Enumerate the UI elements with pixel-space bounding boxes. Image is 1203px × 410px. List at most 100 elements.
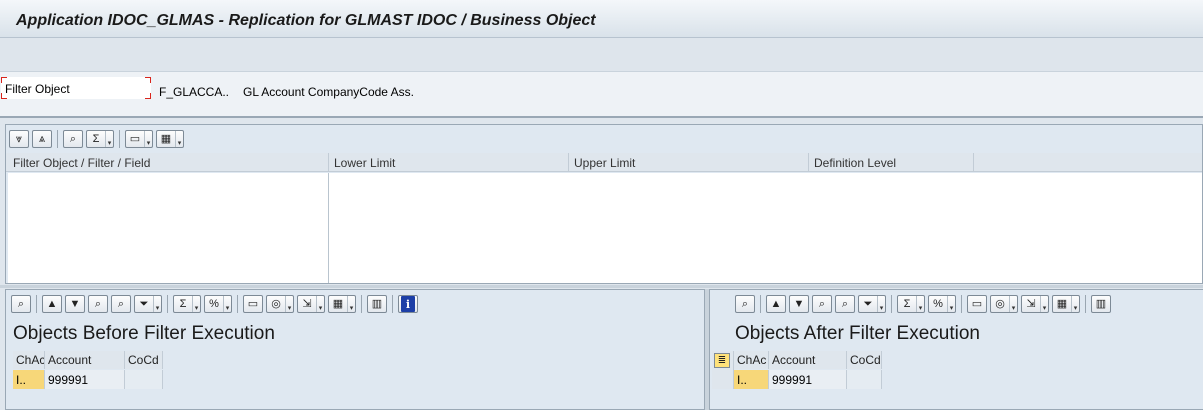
subtotal-icon: % — [209, 297, 219, 310]
sum-button[interactable]: Σ ▾ — [173, 295, 201, 313]
collapse-all-icon: ⩓ — [38, 132, 46, 145]
layout-button[interactable]: ▦ ▾ — [328, 295, 356, 313]
print-icon: ▭ — [129, 132, 141, 145]
column-header[interactable]: Definition Level — [809, 153, 974, 172]
expand-all-icon: ⩔ — [15, 132, 23, 145]
before-toolbar: ⌕ ▲ ▼ ⌕ ⌕ ⏷ ▾ Σ ▾ % ▾ ▭ ◎ ▾ ⇲ ▾ ▦ ▾ ▥ i — [11, 293, 418, 315]
column-header[interactable]: CoCd — [125, 351, 163, 369]
views-button[interactable]: ◎ ▾ — [266, 295, 294, 313]
print-icon: ▭ — [247, 297, 259, 310]
tree-divider — [328, 173, 329, 283]
column-header[interactable]: Lower Limit — [329, 153, 569, 172]
dropdown-arrow-icon: ▾ — [1071, 296, 1079, 312]
expand-all-button[interactable]: ⩔ — [9, 130, 29, 148]
graphic-button[interactable]: ▥ — [1091, 295, 1111, 313]
find-button[interactable]: ⌕ — [63, 130, 83, 148]
filter-button[interactable]: ⏷ ▾ — [134, 295, 162, 313]
print-button[interactable]: ▭ — [967, 295, 987, 313]
views-icon: ◎ — [271, 297, 281, 310]
sum-button[interactable]: Σ ▾ — [897, 295, 925, 313]
export-button[interactable]: ⇲ ▾ — [297, 295, 325, 313]
layout-icon: ▦ — [332, 297, 344, 310]
export-button[interactable]: ⇲ ▾ — [1021, 295, 1049, 313]
find-next-icon: ⌕ — [841, 297, 849, 310]
select-all-cell[interactable]: ≣ — [712, 351, 734, 389]
after-title: Objects After Filter Execution — [735, 323, 980, 344]
column-header[interactable]: CoCd — [847, 351, 882, 369]
table-cell[interactable] — [847, 370, 882, 389]
layout-icon: ▦ — [160, 132, 172, 145]
find-icon: ⌕ — [94, 297, 102, 310]
column-header[interactable]: ChAc — [734, 351, 769, 369]
details-icon: ⌕ — [741, 297, 749, 310]
sum-icon: Σ — [179, 297, 187, 310]
filter-object-code: F_GLACCA.. — [159, 85, 230, 99]
column-header[interactable]: ChAc — [13, 351, 45, 369]
after-toolbar: ⌕ ▲ ▼ ⌕ ⌕ ⏷ ▾ Σ ▾ % ▾ ▭ ◎ ▾ ⇲ ▾ ▦ ▾ ▥ — [735, 293, 1111, 315]
views-button[interactable]: ◎ ▾ — [990, 295, 1018, 313]
views-icon: ◎ — [995, 297, 1005, 310]
collapse-all-button[interactable]: ⩓ — [32, 130, 52, 148]
info-button[interactable]: i — [398, 295, 418, 313]
print-icon: ▭ — [971, 297, 983, 310]
filter-tree-header: Filter Object / Filter / Field Lower Lim… — [6, 153, 1202, 172]
sort-descending-icon: ▼ — [793, 297, 805, 310]
find-icon: ⌕ — [818, 297, 826, 310]
layout-button[interactable]: ▦ ▾ — [1052, 295, 1080, 313]
find-next-icon: ⌕ — [117, 297, 125, 310]
sort-ascending-icon: ▲ — [770, 297, 782, 310]
filter-header: Filter Object F_GLACCA.. GL Account Comp… — [0, 72, 1203, 118]
print-button[interactable]: ▭ ▾ — [125, 130, 153, 148]
before-grid: ChAc Account CoCd I.. 999991 — [13, 351, 163, 391]
table-cell[interactable] — [125, 370, 163, 389]
column-header[interactable]: Account — [45, 351, 125, 369]
filter-tree-body[interactable] — [8, 173, 1202, 283]
horizontal-splitter[interactable] — [0, 285, 1203, 288]
dropdown-arrow-icon: ▾ — [916, 296, 924, 312]
find-button[interactable]: ⌕ — [812, 295, 832, 313]
sum-icon: Σ — [92, 132, 100, 145]
sum-button[interactable]: Σ ▾ — [86, 130, 114, 148]
column-header[interactable]: Filter Object / Filter / Field — [8, 153, 329, 172]
dropdown-arrow-icon: ▾ — [1040, 296, 1048, 312]
details-button[interactable]: ⌕ — [11, 295, 31, 313]
dropdown-arrow-icon: ▾ — [316, 296, 324, 312]
export-icon: ⇲ — [302, 297, 312, 310]
graphic-button[interactable]: ▥ — [367, 295, 387, 313]
column-header[interactable]: Account — [769, 351, 847, 369]
select-all-icon: ≣ — [714, 353, 730, 368]
subtotal-button[interactable]: % ▾ — [928, 295, 956, 313]
sum-icon: Σ — [903, 297, 911, 310]
find-icon: ⌕ — [69, 132, 77, 145]
subtotal-button[interactable]: % ▾ — [204, 295, 232, 313]
before-title: Objects Before Filter Execution — [13, 323, 275, 344]
layout-icon: ▦ — [1056, 297, 1068, 310]
sort-descending-button[interactable]: ▼ — [65, 295, 85, 313]
find-next-button[interactable]: ⌕ — [111, 295, 131, 313]
dropdown-arrow-icon: ▾ — [175, 131, 183, 147]
dropdown-arrow-icon: ▾ — [1009, 296, 1017, 312]
layout-button[interactable]: ▦ ▾ — [156, 130, 184, 148]
table-cell[interactable]: I.. — [13, 370, 45, 389]
window-title: Application IDOC_GLMAS - Replication for… — [16, 12, 596, 29]
filter-button[interactable]: ⏷ ▾ — [858, 295, 886, 313]
after-panel: ⌕ ▲ ▼ ⌕ ⌕ ⏷ ▾ Σ ▾ % ▾ ▭ ◎ ▾ ⇲ ▾ ▦ ▾ ▥ Objects … — [709, 289, 1203, 410]
filter-tree-toolbar: ⩔ ⩓ ⌕ Σ ▾ ▭ ▾ ▦ ▾ — [9, 128, 184, 150]
details-button[interactable]: ⌕ — [735, 295, 755, 313]
column-header[interactable]: Upper Limit — [569, 153, 809, 172]
table-cell[interactable]: 999991 — [45, 370, 125, 389]
chart-icon: ▥ — [371, 297, 383, 310]
find-next-button[interactable]: ⌕ — [835, 295, 855, 313]
sort-ascending-button[interactable]: ▲ — [42, 295, 62, 313]
filter-object-field[interactable]: Filter Object — [1, 77, 151, 99]
print-button[interactable]: ▭ — [243, 295, 263, 313]
table-cell[interactable]: I.. — [734, 370, 769, 389]
filter-object-description: GL Account CompanyCode Ass. — [243, 85, 414, 99]
chart-icon: ▥ — [1095, 297, 1107, 310]
find-button[interactable]: ⌕ — [88, 295, 108, 313]
sort-descending-button[interactable]: ▼ — [789, 295, 809, 313]
sort-ascending-button[interactable]: ▲ — [766, 295, 786, 313]
dropdown-arrow-icon: ▾ — [192, 296, 200, 312]
table-cell[interactable]: 999991 — [769, 370, 847, 389]
dropdown-arrow-icon: ▾ — [285, 296, 293, 312]
